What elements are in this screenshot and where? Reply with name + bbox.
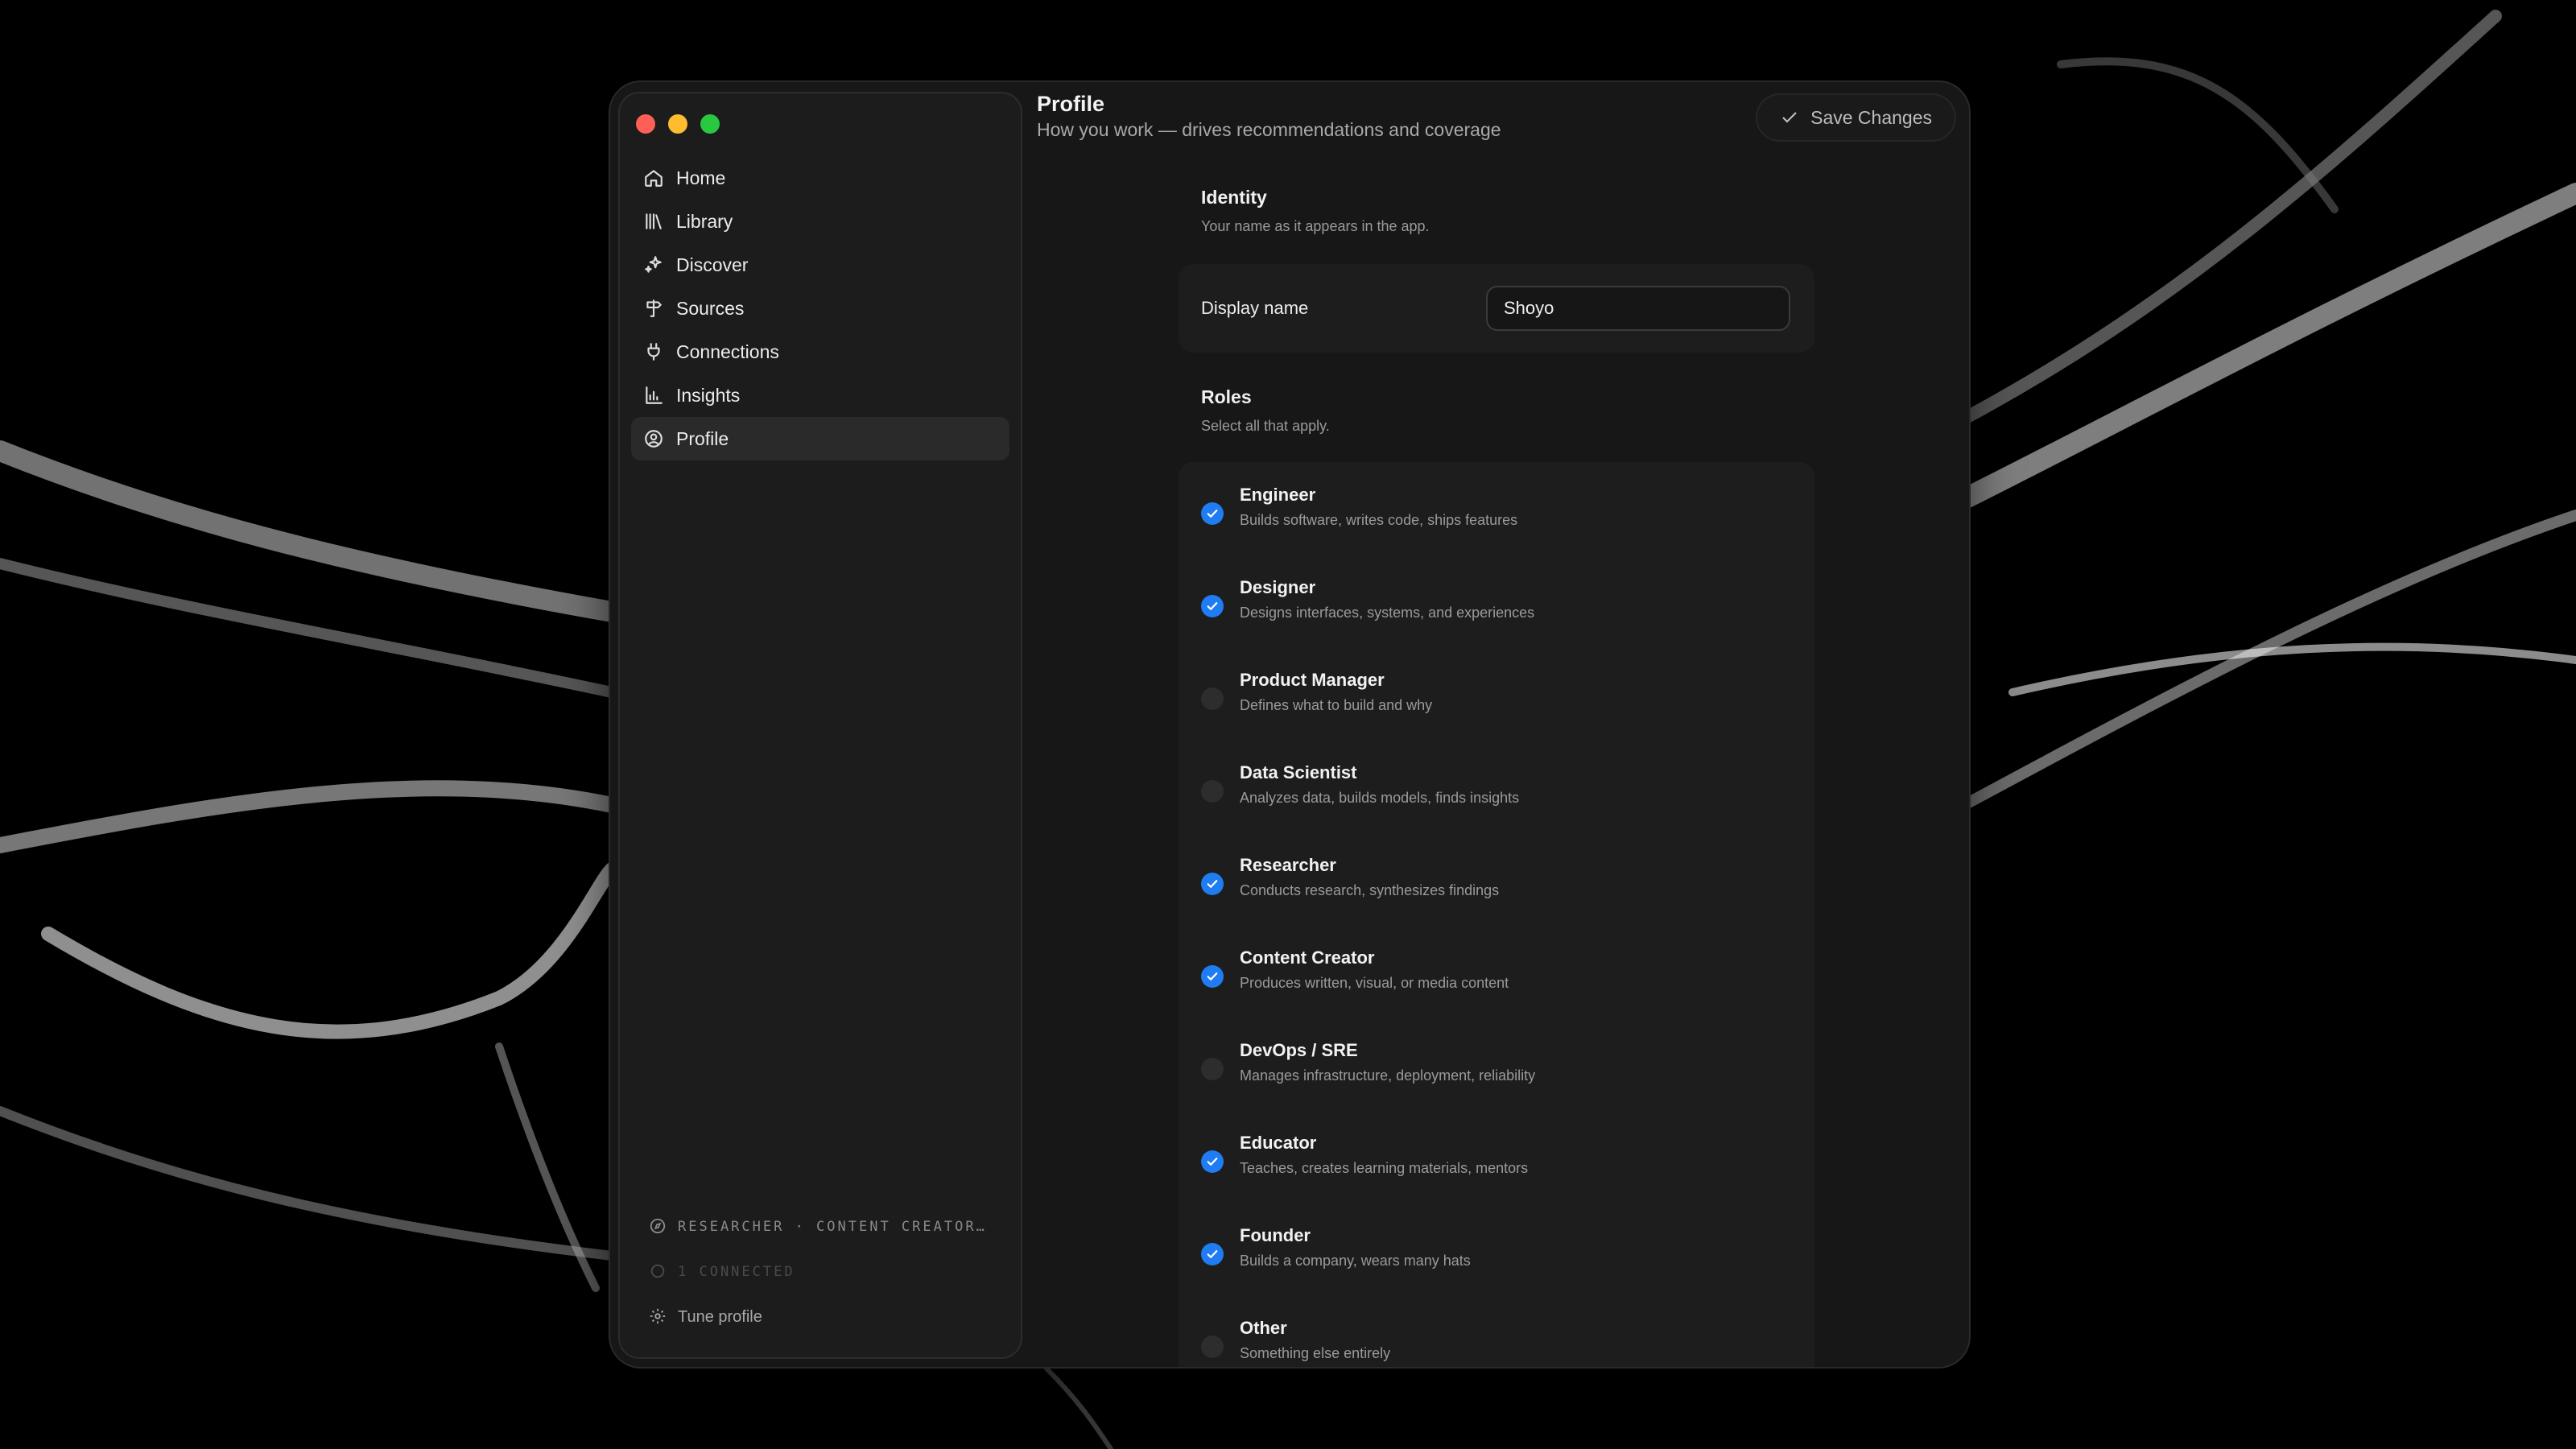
tune-profile-label: Tune profile (678, 1307, 762, 1326)
role-checkbox-checked[interactable] (1201, 1150, 1224, 1173)
minimize-window-button[interactable] (668, 114, 687, 134)
checkmark-icon (1207, 1158, 1218, 1166)
role-option[interactable]: Product Manager Defines what to build and… (1179, 655, 1814, 748)
role-option[interactable]: DevOps / SRE Manages infrastructure, depl… (1179, 1026, 1814, 1118)
role-description: Something else entirely (1240, 1345, 1391, 1361)
role-checkbox-checked[interactable] (1201, 1243, 1224, 1265)
role-checkbox-checked[interactable] (1201, 502, 1224, 525)
roles-section-subtitle: Select all that apply. (1201, 418, 1330, 434)
sidebar-item-home[interactable]: Home (631, 156, 1009, 200)
role-description: Designs interfaces, systems, and experie… (1240, 605, 1535, 621)
role-description: Produces written, visual, or media conte… (1240, 975, 1509, 991)
bar-chart-icon (642, 384, 665, 407)
status-dot-icon (649, 1262, 668, 1282)
library-icon (642, 210, 665, 233)
role-name: Educator (1240, 1133, 1317, 1153)
sidebar-item-label: Home (676, 167, 726, 188)
roles-card: Engineer Builds software, writes code, sh… (1179, 462, 1814, 1367)
display-name-label: Display name (1201, 298, 1309, 318)
role-checkbox-checked[interactable] (1201, 965, 1224, 988)
sidebar-item-library[interactable]: Library (631, 200, 1009, 243)
identity-section-subtitle: Your name as it appears in the app. (1201, 218, 1430, 234)
role-checkbox-unchecked[interactable] (1201, 687, 1224, 710)
checkmark-icon (1207, 510, 1218, 518)
window-controls (636, 114, 720, 134)
sidebar-item-label: Discover (676, 254, 749, 275)
role-description: Conducts research, synthesizes findings (1240, 882, 1500, 898)
checkmark-icon (1207, 602, 1218, 610)
tune-profile-button[interactable]: Tune profile (649, 1301, 997, 1333)
sidebar-item-insights[interactable]: Insights (631, 374, 1009, 417)
gear-icon (649, 1307, 668, 1327)
role-name: Researcher (1240, 855, 1336, 875)
sparkles-icon (642, 254, 665, 276)
connected-status-text: 1 CONNECTED (678, 1264, 795, 1280)
sidebar-nav: Home Library Discover Sources Connection… (631, 156, 1009, 460)
save-changes-label: Save Changes (1810, 106, 1932, 128)
role-description: Teaches, creates learning materials, men… (1240, 1160, 1529, 1176)
sidebar-item-label: Profile (676, 427, 729, 449)
checkmark-icon (1207, 1250, 1218, 1258)
role-name: DevOps / SRE (1240, 1040, 1358, 1060)
role-name: Designer (1240, 577, 1316, 597)
sidebar-item-connections[interactable]: Connections (631, 330, 1009, 374)
role-name: Founder (1240, 1225, 1311, 1245)
role-name: Data Scientist (1240, 762, 1357, 782)
sidebar-footer: RESEARCHER · CONTENT CREATOR… 1 CONNECTE… (649, 1198, 997, 1333)
sidebar-item-label: Library (676, 210, 733, 232)
save-changes-button[interactable]: Save Changes (1756, 93, 1956, 142)
role-name: Content Creator (1240, 947, 1375, 968)
identity-section-title: Identity (1201, 187, 1267, 208)
role-description: Defines what to build and why (1240, 697, 1433, 713)
sidebar-item-profile[interactable]: Profile (631, 417, 1009, 460)
app-window: Home Library Discover Sources Connection… (609, 80, 1971, 1368)
page-subtitle: How you work — drives recommendations an… (1037, 119, 1501, 140)
check-icon (1782, 112, 1797, 123)
role-description: Builds a company, wears many hats (1240, 1253, 1471, 1269)
home-icon (642, 167, 665, 189)
role-checkbox-checked[interactable] (1201, 595, 1224, 617)
compass-icon (649, 1217, 668, 1236)
role-option[interactable]: Content Creator Produces written, visual,… (1179, 933, 1814, 1026)
close-window-button[interactable] (636, 114, 655, 134)
sidebar-item-sources[interactable]: Sources (631, 287, 1009, 330)
identity-card: Display name (1179, 264, 1814, 353)
role-checkbox-unchecked[interactable] (1201, 1335, 1224, 1358)
role-description: Builds software, writes code, ships feat… (1240, 512, 1518, 528)
sidebar-item-discover[interactable]: Discover (631, 243, 1009, 287)
role-option[interactable]: Other Something else entirely (1179, 1303, 1814, 1367)
sidebar-item-label: Connections (676, 341, 779, 362)
role-description: Manages infrastructure, deployment, reli… (1240, 1067, 1536, 1084)
role-checkbox-checked[interactable] (1201, 873, 1224, 895)
checkmark-icon (1207, 880, 1218, 888)
zoom-window-button[interactable] (700, 114, 720, 134)
signpost-icon (642, 297, 665, 320)
display-name-input[interactable] (1486, 286, 1790, 331)
role-description: Analyzes data, builds models, finds insi… (1240, 790, 1520, 806)
role-option[interactable]: Founder Builds a company, wears many hats (1179, 1211, 1814, 1303)
roles-summary-text: RESEARCHER · CONTENT CREATOR… (678, 1219, 987, 1235)
role-checkbox-unchecked[interactable] (1201, 780, 1224, 803)
sidebar-item-label: Insights (676, 384, 741, 406)
role-checkbox-unchecked[interactable] (1201, 1058, 1224, 1080)
role-name: Engineer (1240, 485, 1316, 505)
role-name: Other (1240, 1318, 1287, 1338)
page-title: Profile (1037, 92, 1105, 116)
roles-section-title: Roles (1201, 386, 1252, 407)
role-option[interactable]: Researcher Conducts research, synthesizes… (1179, 840, 1814, 933)
role-option[interactable]: Data Scientist Analyzes data, builds mode… (1179, 748, 1814, 840)
user-circle-icon (642, 427, 665, 450)
role-option[interactable]: Engineer Builds software, writes code, sh… (1179, 470, 1814, 563)
roles-summary[interactable]: RESEARCHER · CONTENT CREATOR… (649, 1211, 997, 1243)
sidebar: Home Library Discover Sources Connection… (618, 92, 1022, 1359)
checkmark-icon (1207, 972, 1218, 980)
role-option[interactable]: Educator Teaches, creates learning materi… (1179, 1118, 1814, 1211)
connected-status: 1 CONNECTED (649, 1256, 997, 1288)
plug-icon (642, 341, 665, 363)
profile-content: Identity Your name as it appears in the … (1179, 187, 1814, 1367)
role-option[interactable]: Designer Designs interfaces, systems, and… (1179, 563, 1814, 655)
role-name: Product Manager (1240, 670, 1385, 690)
sidebar-item-label: Sources (676, 297, 745, 319)
